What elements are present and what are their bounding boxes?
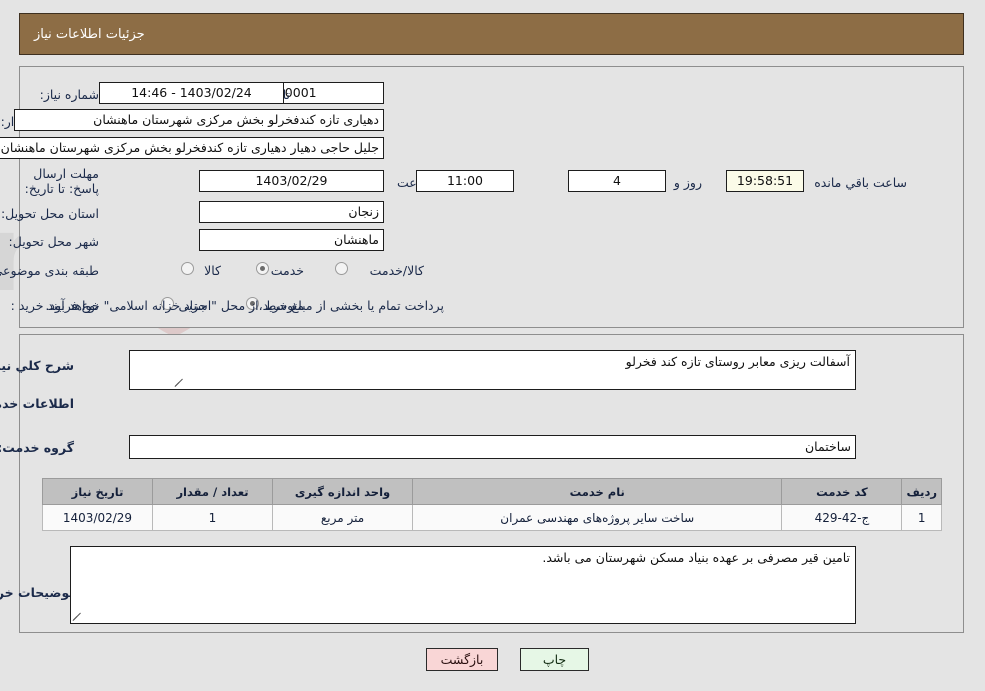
remaining-suffix-label: ساعت باقي مانده (815, 175, 908, 190)
general-desc-label: شرح کلي نیاز: (0, 358, 75, 373)
deadline-label: مهلت ارسال پاسخ: تا تاریخ: (25, 166, 100, 196)
services-table: ردیف کد خدمت نام خدمت واحد اندازه گیری ت… (43, 478, 943, 531)
col-header-qty: تعداد / مقدار (153, 478, 274, 505)
col-header-unit: واحد اندازه گیری (273, 478, 414, 505)
table-header-row: ردیف کد خدمت نام خدمت واحد اندازه گیری ت… (43, 478, 943, 505)
process-note: پرداخت تمام یا بخشی از مبلغ خرید،از محل … (46, 298, 445, 313)
cell-unit: متر مربع (273, 504, 414, 531)
radio-category-khadamat[interactable] (257, 262, 270, 275)
page-header-bar: جزئیات اطلاعات نیاز (20, 13, 965, 55)
service-group-value[interactable]: ساختمان (130, 435, 857, 459)
category-option-label-2: کالا/خدمت (370, 263, 425, 278)
requester-value: جلیل حاجی دهیار دهیاری تازه کندفخرلو بخش… (0, 137, 385, 159)
buyer-notes-label: توضیحات خریدار: (0, 585, 75, 600)
services-section-title: اطلاعات خدمات مورد نیاز (0, 396, 75, 411)
table-row: 1 ج-42-429 ساخت سایر پروژه‌های مهندسی عم… (43, 504, 943, 531)
radio-category-kala-khadamat[interactable] (336, 262, 349, 275)
province-label: استان محل تحویل: (1, 206, 100, 221)
general-desc-value[interactable]: آسفالت ریزی معابر روستای تازه کند فخرلو (130, 350, 857, 390)
col-header-code: کد خدمت (782, 478, 904, 505)
service-group-label: گروه خدمت: (0, 440, 75, 455)
radio-category-kala[interactable] (182, 262, 195, 275)
announce-datetime-value: 14:46 - 1403/02/24 (100, 82, 285, 104)
city-label: شهر محل تحویل: (9, 234, 100, 249)
city-value: ماهنشان (200, 229, 385, 251)
col-header-row: ردیف (902, 478, 943, 505)
back-button[interactable]: بازگشت (427, 648, 499, 671)
page-root: AnaTender .net جزئیات اطلاعات نیاز شماره… (0, 0, 985, 691)
cell-name: ساخت سایر پروژه‌های مهندسی عمران (412, 504, 784, 531)
deadline-time-value: 11:00 (417, 170, 515, 192)
cell-code: ج-42-429 (782, 504, 904, 531)
page-title: جزئیات اطلاعات نیاز (35, 26, 146, 42)
cell-qty: 1 (153, 504, 274, 531)
buyer-org-value: دهیاری تازه کندفخرلو بخش مرکزی شهرستان م… (15, 109, 385, 131)
need-summary-panel (20, 66, 965, 328)
category-option-label-1: خدمت (271, 263, 305, 278)
col-header-date: تاریخ نیاز (43, 478, 154, 505)
col-header-name: نام خدمت (412, 478, 784, 505)
deadline-date-value: 1403/02/29 (200, 170, 385, 192)
category-option-label-0: کالا (205, 263, 222, 278)
days-unit-label: روز و (674, 175, 703, 190)
cell-date: 1403/02/29 (43, 504, 154, 531)
days-remaining-value: 4 (569, 170, 667, 192)
buyer-notes-value[interactable]: تامین قیر مصرفی بر عهده بنیاد مسکن شهرست… (71, 546, 857, 624)
category-label: طبقه بندی موضوعی: (0, 263, 100, 278)
cell-row: 1 (902, 504, 943, 531)
hours-remaining-value: 19:58:51 (727, 170, 805, 192)
need-number-label: شماره نیاز: (40, 87, 100, 102)
province-value: زنجان (200, 201, 385, 223)
print-button[interactable]: چاپ (521, 648, 590, 671)
